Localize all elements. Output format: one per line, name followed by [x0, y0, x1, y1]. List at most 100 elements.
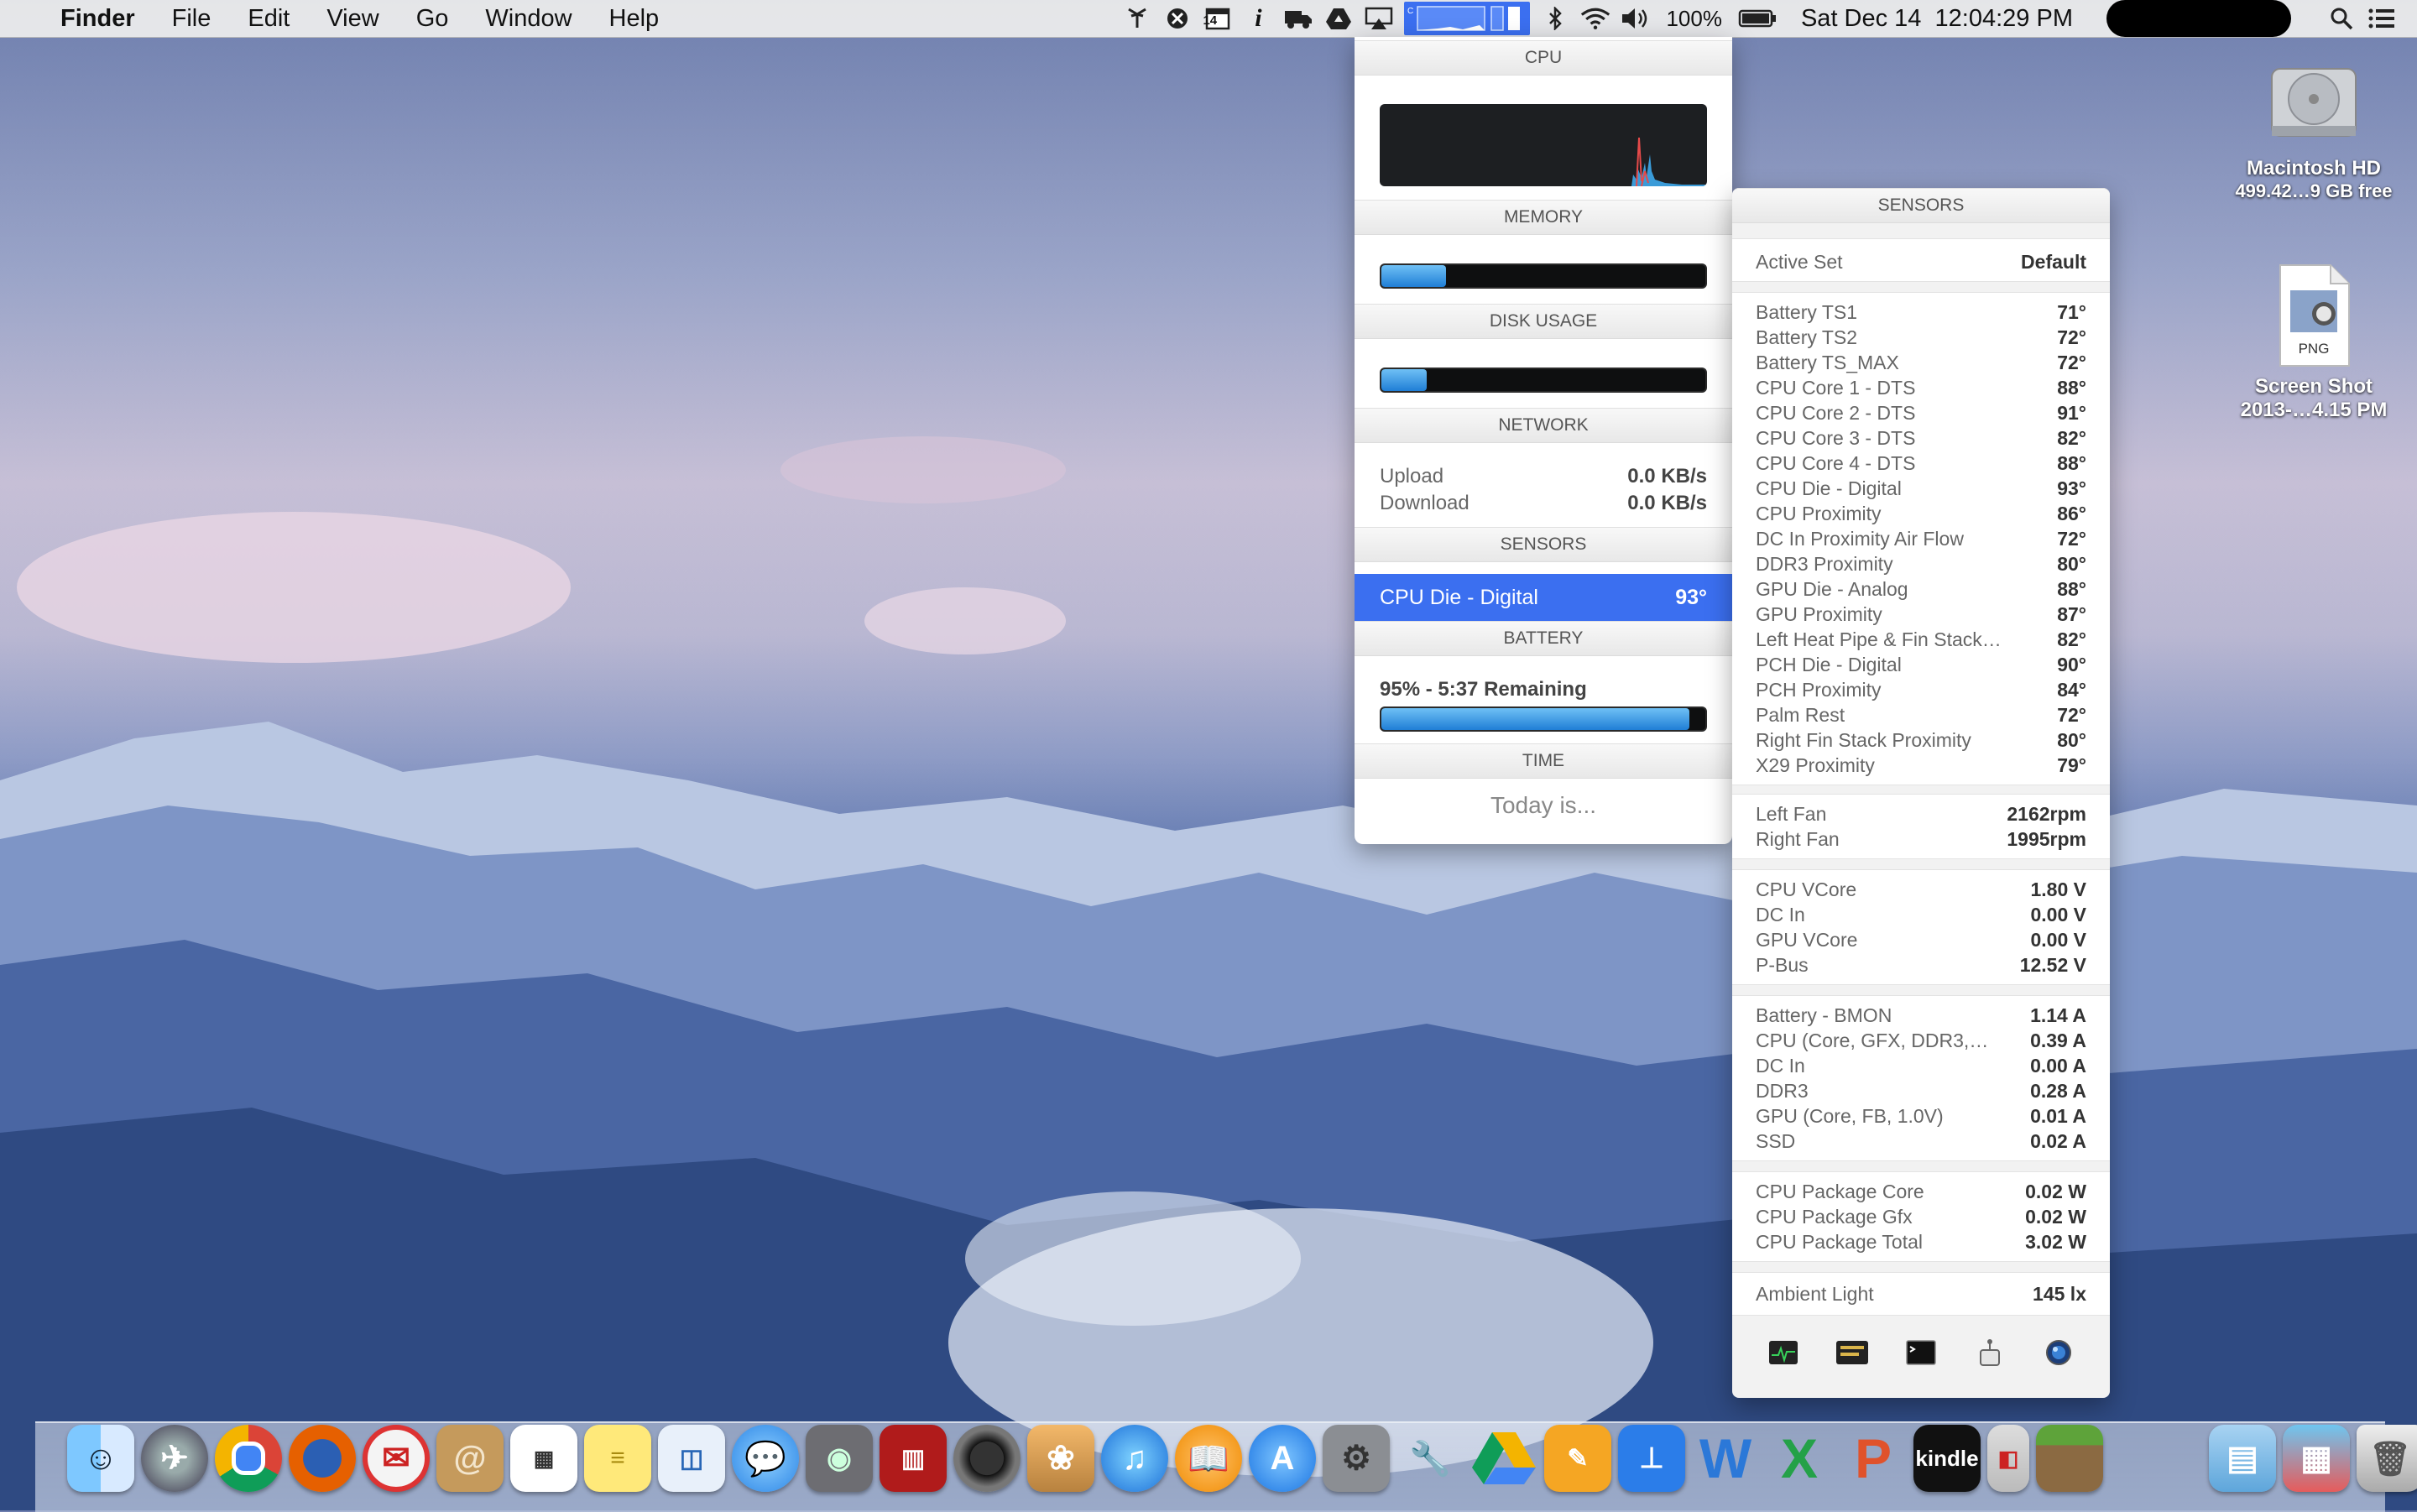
- sensor-row[interactable]: DDR3 Proximity 80°: [1732, 551, 2110, 576]
- sensor-row[interactable]: CPU Core 3 - DTS 82°: [1732, 425, 2110, 451]
- sensor-row[interactable]: P-Bus 12.52 V: [1732, 952, 2110, 978]
- google-drive-icon[interactable]: [1470, 1425, 1537, 1492]
- ibooks-icon[interactable]: 📖: [1175, 1425, 1242, 1492]
- sensor-row[interactable]: Right Fin Stack Proximity 80°: [1732, 727, 2110, 753]
- menu-window[interactable]: Window: [467, 5, 590, 33]
- sensor-row[interactable]: Right Fan 1995rpm: [1732, 826, 2110, 852]
- menu-view[interactable]: View: [308, 5, 397, 33]
- aperture-icon[interactable]: [953, 1425, 1021, 1492]
- stacks-icon[interactable]: ▦: [2283, 1425, 2350, 1492]
- chrome-icon[interactable]: [215, 1425, 282, 1492]
- selected-sensor-row[interactable]: CPU Die - Digital 93°: [1355, 574, 1732, 621]
- notification-center-icon[interactable]: [2367, 6, 2397, 31]
- sensor-row[interactable]: CPU Core 2 - DTS 91°: [1732, 400, 2110, 425]
- menu-bar: Finder File Edit View Go Window Help 14 …: [0, 0, 2417, 38]
- google-drive-status-icon[interactable]: [1323, 6, 1354, 31]
- network-download-row: Download 0.0 KB/s: [1380, 492, 1707, 515]
- keynote-icon[interactable]: ⊥: [1618, 1425, 1685, 1492]
- system-monitor-menu-extra[interactable]: C: [1404, 2, 1531, 35]
- network-utility-icon[interactable]: [2042, 1337, 2075, 1368]
- sensor-row[interactable]: CPU Core 4 - DTS 88°: [1732, 451, 2110, 476]
- kindle-icon[interactable]: kindle: [1913, 1425, 1981, 1492]
- sensor-row[interactable]: DC In 0.00 A: [1732, 1053, 2110, 1078]
- airplay-icon[interactable]: [1364, 6, 1394, 31]
- powerpoint-icon[interactable]: P: [1840, 1425, 1907, 1492]
- sensor-row[interactable]: GPU VCore 0.00 V: [1732, 927, 2110, 952]
- launchpad-icon[interactable]: ✈: [141, 1425, 208, 1492]
- facetime-icon[interactable]: ◉: [806, 1425, 873, 1492]
- sensor-row[interactable]: Battery - BMON 1.14 A: [1732, 1003, 2110, 1028]
- sensor-row[interactable]: SSD 0.02 A: [1732, 1129, 2110, 1154]
- excel-icon[interactable]: X: [1766, 1425, 1833, 1492]
- console-log-icon[interactable]: [1835, 1337, 1869, 1368]
- contacts-icon[interactable]: @: [436, 1425, 504, 1492]
- cpu-history-graph: [1380, 104, 1707, 186]
- wifi-icon[interactable]: [1580, 6, 1610, 31]
- sensor-row[interactable]: PCH Die - Digital 90°: [1732, 652, 2110, 677]
- word-icon[interactable]: W: [1692, 1425, 1759, 1492]
- battery-icon[interactable]: [1737, 6, 1778, 31]
- notes-icon[interactable]: ≡: [584, 1425, 651, 1492]
- folder-icon[interactable]: ▤: [2209, 1425, 2276, 1492]
- sensor-row[interactable]: CPU Core 1 - DTS 88°: [1732, 375, 2110, 400]
- firefox-icon[interactable]: [289, 1425, 356, 1492]
- bluetooth-icon[interactable]: [1540, 6, 1570, 31]
- itunes-icon[interactable]: ♫: [1101, 1425, 1168, 1492]
- sensor-row[interactable]: CPU Die - Digital 93°: [1732, 476, 2110, 501]
- photo-booth-icon[interactable]: ▥: [880, 1425, 947, 1492]
- sensor-row[interactable]: Left Heat Pipe & Fin Stack… 82°: [1732, 627, 2110, 652]
- sensor-row[interactable]: Battery TS_MAX 72°: [1732, 350, 2110, 375]
- preview-icon[interactable]: ◫: [658, 1425, 725, 1492]
- spotlight-search-icon[interactable]: [2326, 6, 2357, 31]
- wrench-app-icon[interactable]: 🔧: [1396, 1425, 1464, 1492]
- cola-icon[interactable]: ◧: [1987, 1425, 2029, 1492]
- app-menu-finder[interactable]: Finder: [42, 5, 154, 33]
- info-icon[interactable]: i: [1243, 4, 1273, 32]
- mail-stamp-icon[interactable]: ✉: [363, 1425, 430, 1492]
- minecraft-icon[interactable]: [2036, 1425, 2103, 1492]
- sensor-row[interactable]: CPU Package Total 3.02 W: [1732, 1229, 2110, 1254]
- sensor-row[interactable]: GPU Proximity 87°: [1732, 602, 2110, 627]
- sensor-row[interactable]: PCH Proximity 84°: [1732, 677, 2110, 702]
- menu-edit[interactable]: Edit: [229, 5, 308, 33]
- menu-file[interactable]: File: [154, 5, 230, 33]
- activity-monitor-icon[interactable]: [1767, 1337, 1800, 1368]
- sensor-row[interactable]: Battery TS1 71°: [1732, 300, 2110, 325]
- sensor-row[interactable]: CPU Package Core 0.02 W: [1732, 1179, 2110, 1204]
- sensor-row[interactable]: Left Fan 2162rpm: [1732, 801, 2110, 826]
- messages-icon[interactable]: 💬: [732, 1425, 799, 1492]
- app-store-icon[interactable]: A: [1249, 1425, 1316, 1492]
- sensor-row[interactable]: DC In 0.00 V: [1732, 902, 2110, 927]
- sensor-row[interactable]: CPU Package Gfx 0.02 W: [1732, 1204, 2110, 1229]
- volume-icon[interactable]: [1621, 6, 1651, 31]
- sensor-row[interactable]: X29 Proximity 79°: [1732, 753, 2110, 778]
- calendar-icon[interactable]: ▦: [510, 1425, 577, 1492]
- menu-go[interactable]: Go: [398, 5, 467, 33]
- trash-icon[interactable]: 🗑: [2357, 1425, 2417, 1492]
- desktop-icon-screenshot[interactable]: PNG Screen Shot 2013-…4.15 PM: [2217, 262, 2410, 422]
- sensor-row[interactable]: DC In Proximity Air Flow 72°: [1732, 526, 2110, 551]
- sensor-name: DC In: [1756, 1055, 1805, 1077]
- terminal-icon[interactable]: [1904, 1337, 1938, 1368]
- selected-sensor-label: CPU Die - Digital: [1380, 585, 1538, 609]
- delivery-truck-icon[interactable]: [1283, 6, 1313, 31]
- system-information-icon[interactable]: [1973, 1337, 2007, 1368]
- sensor-row[interactable]: CPU (Core, GFX, DDR3,… 0.39 A: [1732, 1028, 2110, 1053]
- sensor-row[interactable]: GPU Die - Analog 88°: [1732, 576, 2110, 602]
- sensor-row[interactable]: GPU (Core, FB, 1.0V) 0.01 A: [1732, 1103, 2110, 1129]
- sensor-row[interactable]: Palm Rest 72°: [1732, 702, 2110, 727]
- system-preferences-icon[interactable]: ⚙: [1323, 1425, 1390, 1492]
- active-set-row[interactable]: Active Set Default: [1732, 249, 2110, 274]
- menu-help[interactable]: Help: [591, 5, 678, 33]
- sensor-row[interactable]: CPU Proximity 86°: [1732, 501, 2110, 526]
- menu-clock[interactable]: Sat Dec 14 12:04:29 PM: [1783, 5, 2083, 33]
- iphoto-icon[interactable]: ❀: [1027, 1425, 1094, 1492]
- sensor-row[interactable]: DDR3 0.28 A: [1732, 1078, 2110, 1103]
- pages-icon[interactable]: ✎: [1544, 1425, 1611, 1492]
- desktop-icon-macintosh-hd[interactable]: Macintosh HD 499.42…9 GB free: [2217, 52, 2410, 202]
- no-sleep-icon[interactable]: [1162, 6, 1193, 31]
- antenna-icon[interactable]: [1122, 6, 1152, 31]
- sensor-row[interactable]: CPU VCore 1.80 V: [1732, 877, 2110, 902]
- sensor-row[interactable]: Battery TS2 72°: [1732, 325, 2110, 350]
- finder-icon[interactable]: ☺: [67, 1425, 134, 1492]
